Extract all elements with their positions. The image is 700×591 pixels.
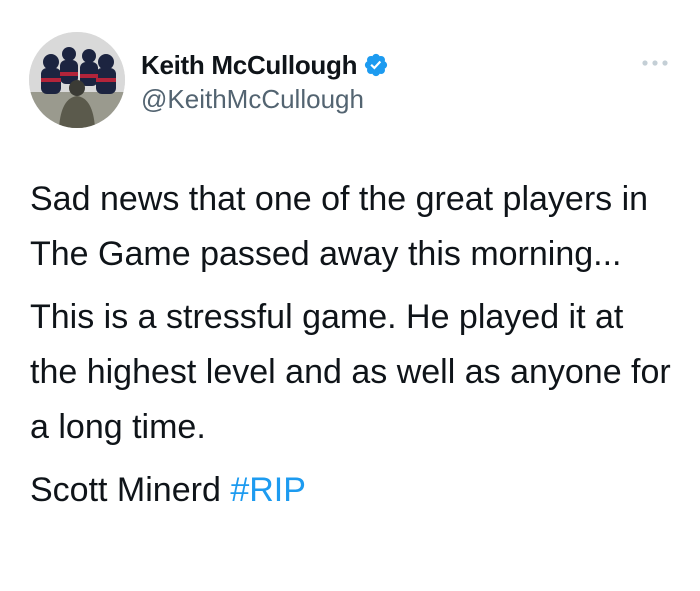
team-photo-avatar-icon (29, 32, 125, 128)
tweet-paragraph: This is a stressful game. He played it a… (30, 298, 671, 446)
author-handle[interactable]: @KeithMcCullough (141, 84, 389, 115)
signoff-text: Scott Minerd (30, 471, 231, 509)
more-options-icon[interactable] (640, 58, 670, 68)
author-avatar[interactable] (29, 32, 125, 128)
author-name-row: Keith McCullough (141, 48, 389, 82)
verified-badge-icon (365, 53, 388, 77)
tweet-signoff: Scott Minerd #RIP (30, 463, 680, 518)
tweet-card: Keith McCullough @KeithMcCullough Sad ne… (0, 0, 700, 591)
author-display-name[interactable]: Keith McCullough (141, 50, 357, 81)
hashtag-link[interactable]: #RIP (230, 471, 306, 509)
tweet-paragraph: Sad news that one of the great players i… (30, 180, 649, 273)
tweet-text: Sad news that one of the great players i… (30, 172, 680, 518)
author-block: Keith McCullough @KeithMcCullough (141, 48, 389, 115)
